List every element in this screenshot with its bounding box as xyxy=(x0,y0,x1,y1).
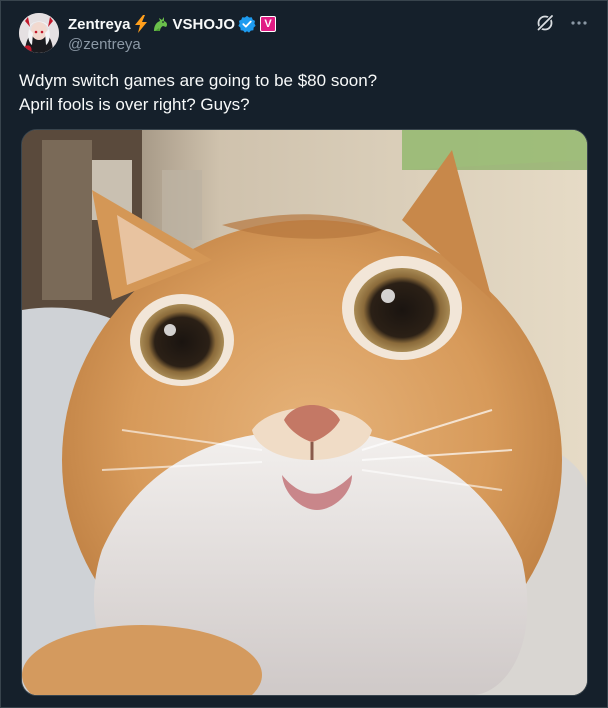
lightning-emoji-icon xyxy=(133,15,149,33)
tweet-image[interactable] xyxy=(21,129,588,696)
verified-check-icon xyxy=(238,15,256,33)
tweet-card: Zentreya VSHOJO V @zentreya Wdym switch … xyxy=(0,0,608,708)
top-actions xyxy=(535,13,589,33)
affiliate-badge-icon[interactable]: V xyxy=(260,16,277,32)
tweet-text-line: April fools is over right? Guys? xyxy=(19,95,250,114)
affiliation-name[interactable]: VSHOJO xyxy=(173,16,236,33)
avatar[interactable] xyxy=(19,13,59,53)
tweet-text: Wdym switch games are going to be $80 so… xyxy=(19,69,589,117)
grok-icon[interactable] xyxy=(535,13,555,33)
author-handle[interactable]: @zentreya xyxy=(68,36,141,53)
more-icon[interactable] xyxy=(569,13,589,33)
display-name[interactable]: Zentreya xyxy=(68,16,131,33)
tweet-text-line: Wdym switch games are going to be $80 so… xyxy=(19,71,378,90)
author-name-row[interactable]: Zentreya VSHOJO V xyxy=(68,14,277,34)
dragon-emoji-icon xyxy=(151,15,169,33)
